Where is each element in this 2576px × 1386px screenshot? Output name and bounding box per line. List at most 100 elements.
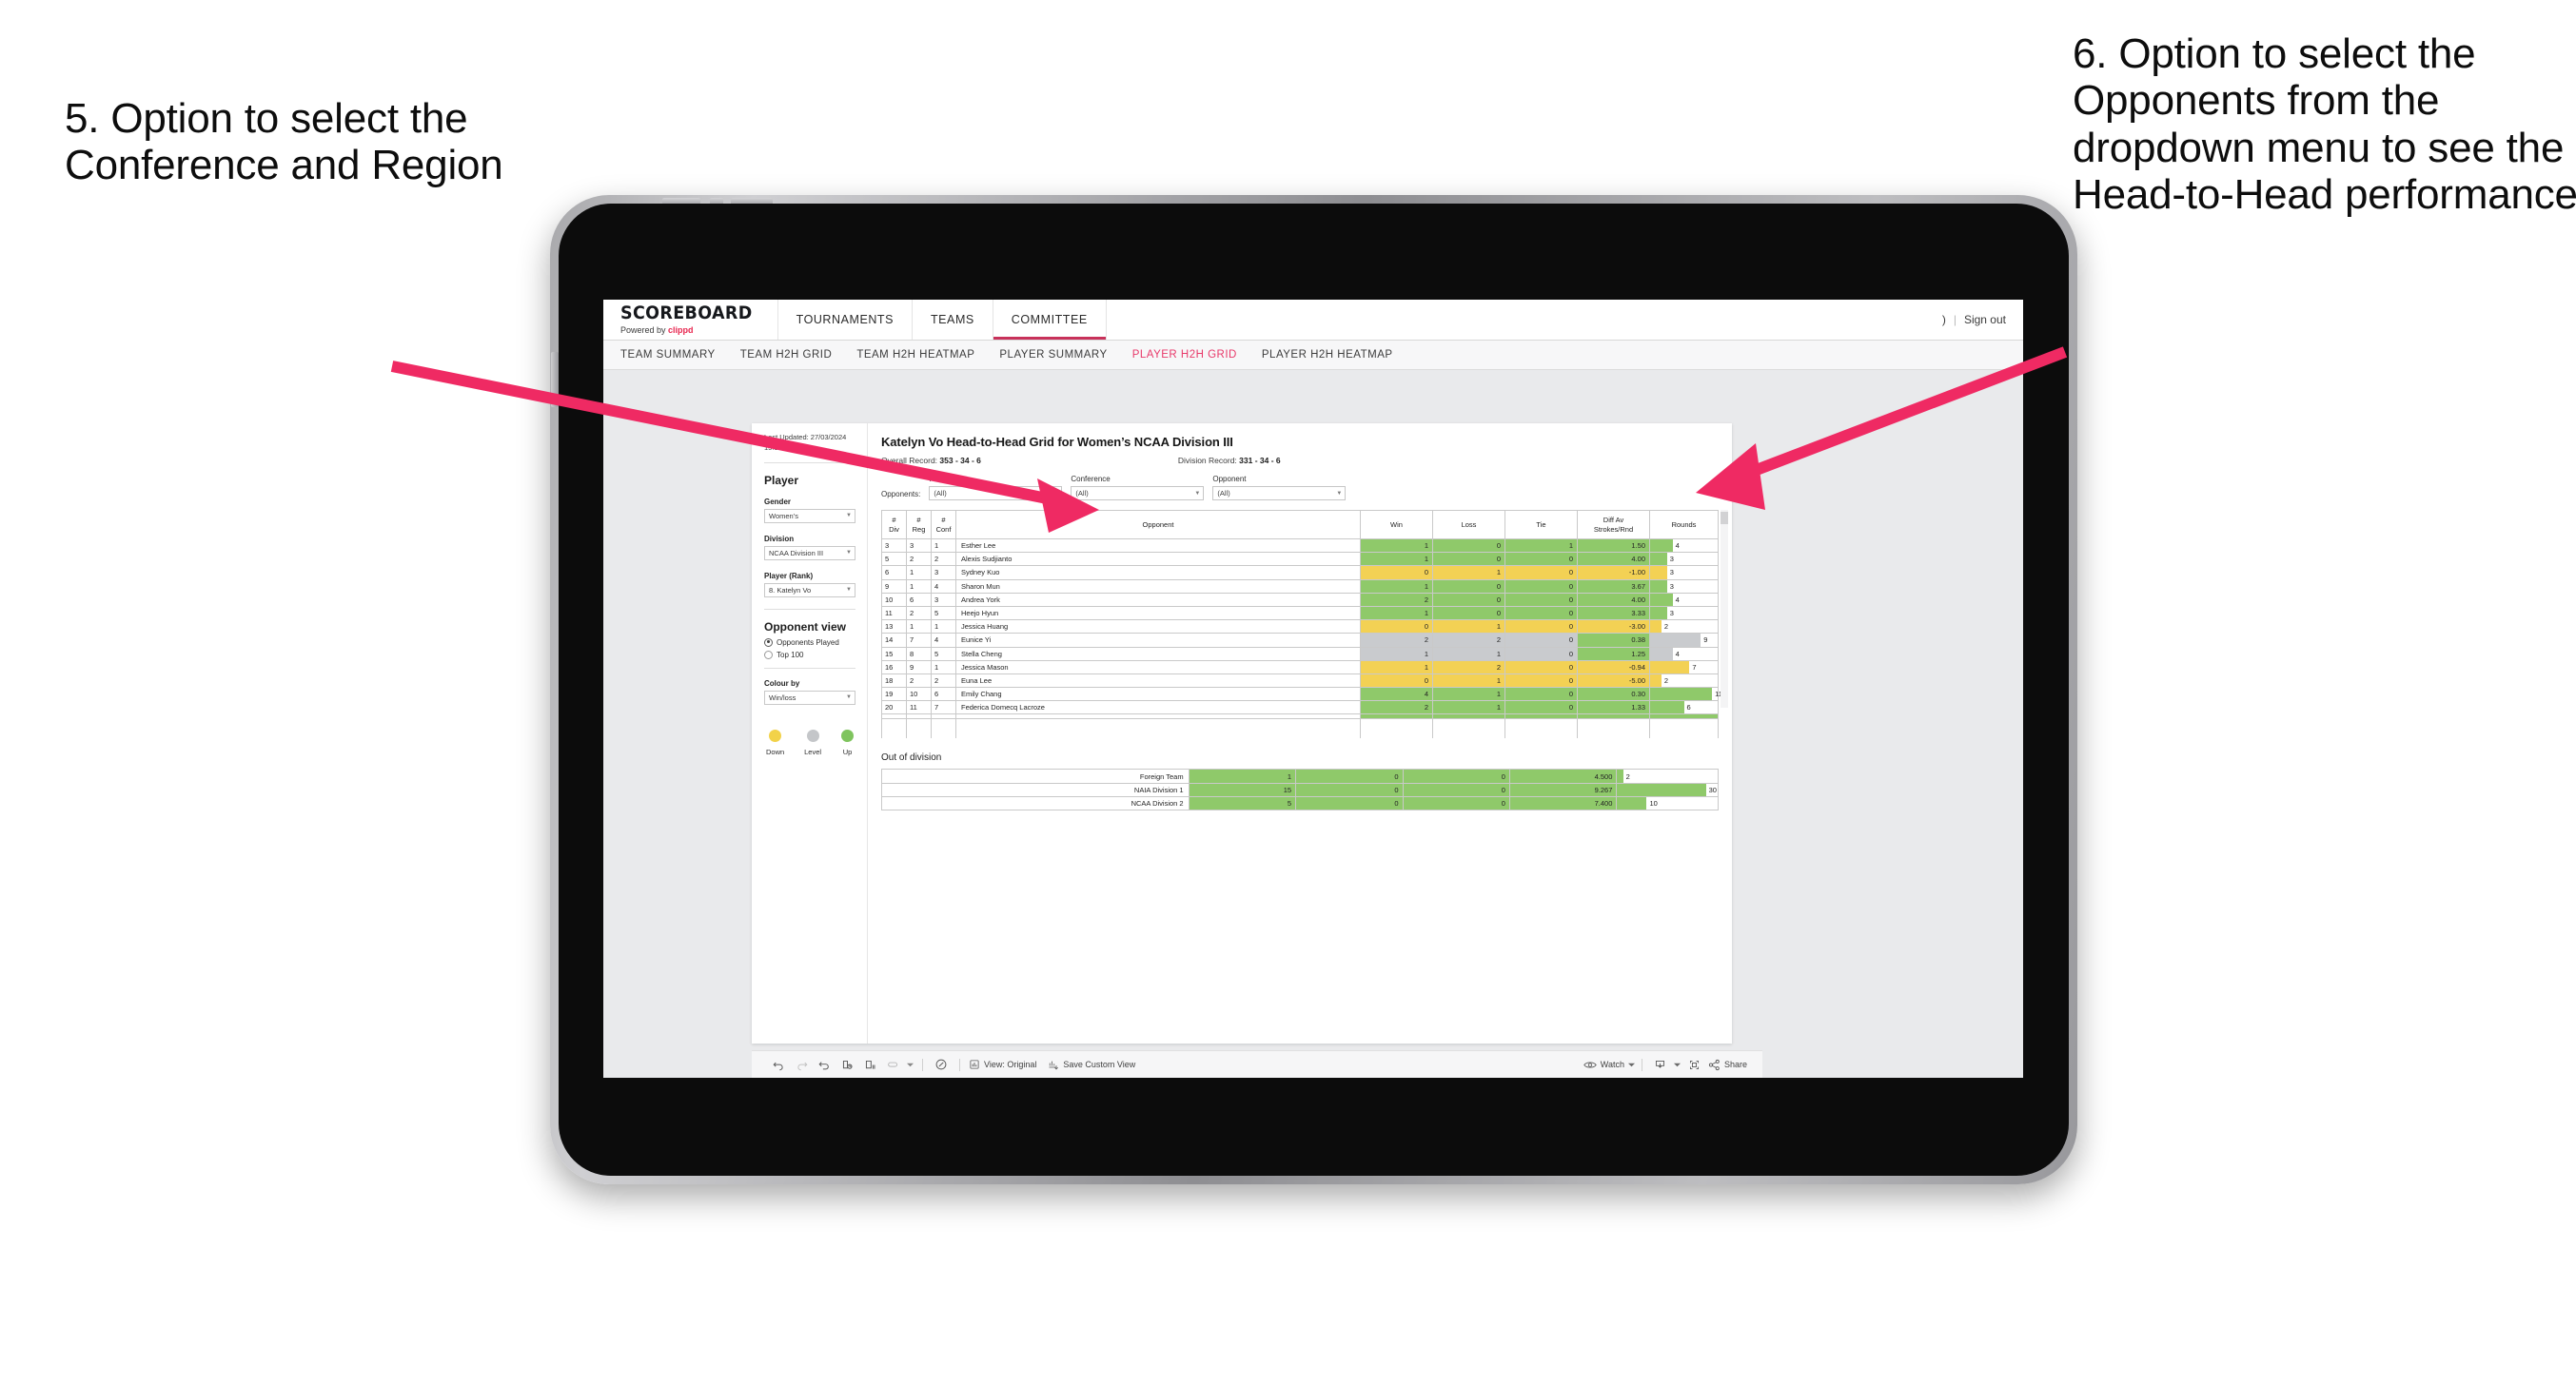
table-row[interactable]: 15 8 5 Stella Cheng 1 1 0 1.25 4 (881, 646, 1719, 661)
cell-loss: 1 (1432, 619, 1505, 634)
radio-top-100[interactable]: Top 100 (764, 650, 855, 659)
col-header-div[interactable]: # Div (881, 510, 907, 539)
table-row[interactable]: 6 1 3 Sydney Kuo 0 1 0 -1.00 3 (881, 565, 1719, 580)
chevron-down-icon[interactable] (1672, 1055, 1683, 1074)
division-record-value: 331 - 34 - 6 (1239, 456, 1281, 465)
table-row[interactable]: 5 2 2 Alexis Sudjianto 1 0 0 4.00 3 (881, 552, 1719, 567)
cell-win: 5 (1188, 795, 1297, 811)
conference-filter-select[interactable]: (All) ▼ (1071, 486, 1205, 500)
subtab-team-h2h-heatmap[interactable]: TEAM H2H HEATMAP (856, 349, 974, 361)
nav-tab-committee[interactable]: COMMITTEE (992, 300, 1107, 340)
subtab-player-h2h-grid[interactable]: PLAYER H2H GRID (1132, 349, 1237, 361)
subtab-player-summary[interactable]: PLAYER SUMMARY (999, 349, 1107, 361)
cell-diff: -5.00 (1577, 673, 1650, 689)
rounds-value: 10 (1649, 798, 1658, 808)
rounds-value: 30 (1708, 785, 1717, 794)
table-row[interactable]: 11 2 5 Heejo Hyun 1 0 0 3.33 3 (881, 605, 1719, 621)
out-of-division-row[interactable]: NAIA Division 1 15 0 0 9.267 30 (881, 782, 1719, 797)
cell-empty (1504, 718, 1578, 739)
view-original-button[interactable]: View: Original (969, 1059, 1036, 1070)
sign-out-link[interactable]: Sign out (1964, 313, 2006, 326)
player-rank-value: 8. Katelyn Vo (769, 585, 812, 595)
rounds-bar (1650, 660, 1690, 673)
out-of-division-row[interactable]: NCAA Division 2 5 0 0 7.400 10 (881, 795, 1719, 811)
pause-icon[interactable] (858, 1055, 881, 1074)
rounds-value: 2 (1663, 622, 1668, 632)
table-scrollbar-thumb[interactable] (1721, 512, 1728, 524)
table-row[interactable]: 3 3 1 Esther Lee 1 0 1 1.50 4 (881, 537, 1719, 554)
col-header-conf[interactable]: # Conf (931, 510, 956, 539)
loop-icon[interactable] (881, 1055, 904, 1074)
col-header-conf-line1: # (941, 516, 946, 525)
cell-win: 1 (1360, 646, 1433, 661)
redo-icon[interactable] (790, 1055, 813, 1074)
share-button[interactable]: Share (1708, 1059, 1747, 1071)
last-updated-line2: 15:38 (764, 442, 782, 452)
cell-diff: 4.500 (1508, 769, 1618, 784)
cell-reg: 1 (906, 565, 932, 580)
subtab-team-summary[interactable]: TEAM SUMMARY (620, 349, 716, 361)
cell-tie: 0 (1402, 782, 1510, 797)
gender-field: Gender Women’s ▼ (764, 498, 855, 523)
col-header-reg[interactable]: # Reg (906, 510, 932, 539)
sidebar-divider-2 (764, 608, 855, 610)
cell-rounds: 2 (1649, 619, 1719, 634)
cell-div: 5 (881, 552, 907, 567)
pace-icon[interactable] (930, 1055, 953, 1074)
player-rank-select[interactable]: 8. Katelyn Vo ▼ (764, 582, 855, 597)
rounds-bar (1650, 647, 1673, 660)
cell-loss: 0 (1295, 782, 1404, 797)
division-select[interactable]: NCAA Division III ▼ (764, 545, 855, 560)
watch-button[interactable]: Watch (1583, 1060, 1635, 1070)
colour-by-field: Colour by Win/loss ▼ (764, 679, 855, 705)
subtab-player-h2h-heatmap[interactable]: PLAYER H2H HEATMAP (1262, 349, 1393, 361)
gender-select[interactable]: Women’s ▼ (764, 508, 855, 523)
col-header-opponent[interactable]: Opponent (955, 510, 1361, 539)
revert-icon[interactable] (813, 1055, 836, 1074)
col-header-win[interactable]: Win (1360, 510, 1433, 539)
cell-rounds: 2 (1649, 673, 1719, 689)
chevron-down-icon[interactable] (904, 1055, 915, 1074)
nav-tab-teams[interactable]: TEAMS (911, 300, 993, 340)
table-row[interactable]: 19 10 6 Emily Chang 4 1 0 0.30 11 (881, 687, 1722, 702)
cell-tie: 0 (1504, 633, 1578, 648)
fullscreen-icon[interactable] (1683, 1055, 1706, 1074)
table-row[interactable]: 13 1 1 Jessica Huang 0 1 0 -3.00 2 (881, 619, 1719, 634)
chevron-down-icon: ▼ (846, 694, 852, 701)
refresh-icon[interactable] (836, 1055, 858, 1074)
table-scrollbar-track[interactable] (1721, 510, 1728, 708)
radio-opponents-played[interactable]: Opponents Played (764, 637, 855, 647)
col-header-loss[interactable]: Loss (1432, 510, 1505, 539)
subtab-team-h2h-grid[interactable]: TEAM H2H GRID (740, 349, 833, 361)
opponent-filter-select[interactable]: (All) ▼ (1212, 486, 1347, 500)
cell-diff: 4.00 (1577, 552, 1650, 567)
table-row[interactable]: 9 1 4 Sharon Mun 1 0 0 3.67 3 (881, 578, 1719, 594)
col-header-tie[interactable]: Tie (1504, 510, 1578, 539)
cell-conf: 1 (931, 659, 956, 674)
table-row[interactable]: 18 2 2 Euna Lee 0 1 0 -5.00 2 (881, 673, 1719, 689)
table-row[interactable]: 20 11 7 Federica Domecq Lacroze 2 1 0 1.33 6 (881, 700, 1719, 715)
division-record-label: Division Record: (1177, 456, 1240, 465)
region-filter-value: (All) (934, 489, 947, 498)
region-filter-select[interactable]: (All) ▼ (929, 486, 1063, 500)
col-header-rounds[interactable]: Rounds (1649, 510, 1719, 539)
table-row[interactable]: 16 9 1 Jessica Mason 1 2 0 -0.94 7 (881, 659, 1719, 674)
brand-logo[interactable]: SCOREBOARD Powered by clippd (603, 300, 777, 340)
save-custom-view-button[interactable]: Save Custom View (1048, 1059, 1135, 1070)
account-glyph[interactable]: ) (1942, 313, 1946, 326)
rounds-bar (1650, 539, 1673, 553)
opponent-filter-row: Opponents: Region (All) ▼ Conference (Al… (881, 475, 1719, 500)
undo-icon[interactable] (767, 1055, 790, 1074)
col-header-diff[interactable]: Diff Av Strokes/Rnd (1577, 510, 1650, 539)
annotation-left-text: 5. Option to select the Conference and R… (65, 95, 503, 189)
out-of-division-row[interactable]: Foreign Team 1 0 0 4.500 2 (881, 769, 1719, 784)
nav-tab-tournaments[interactable]: TOURNAMENTS (777, 300, 912, 340)
table-row[interactable]: 10 6 3 Andrea York 2 0 0 4.00 4 (881, 592, 1719, 607)
download-icon[interactable] (1649, 1055, 1672, 1074)
chevron-down-icon: ▼ (846, 513, 852, 519)
top-nav-separator: | (1953, 313, 1957, 326)
filter-sidebar: Last Updated: 27/03/2024 15:38 Player Ge… (752, 423, 868, 1044)
cell-label: NCAA Division 2 (881, 795, 1190, 811)
colour-by-select[interactable]: Win/loss ▼ (764, 690, 855, 705)
table-row[interactable]: 14 7 4 Eunice Yi 2 2 0 0.38 9 (881, 633, 1719, 648)
